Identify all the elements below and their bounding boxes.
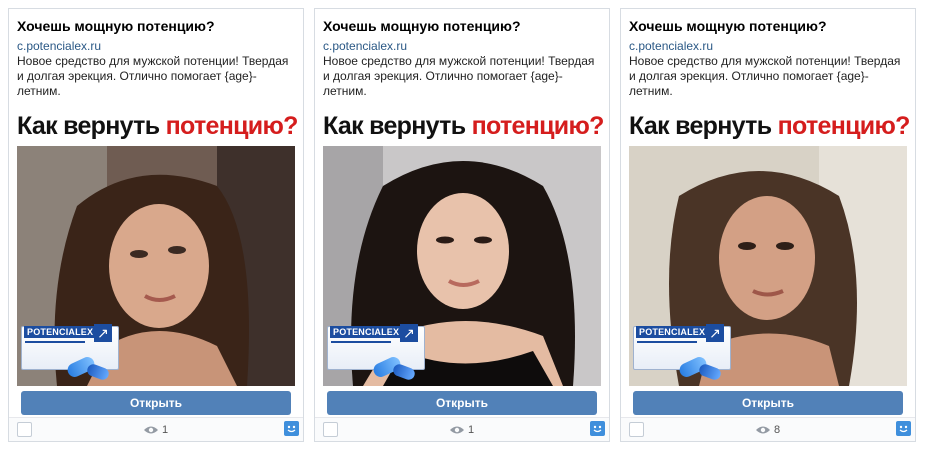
- eye-icon: [756, 426, 770, 434]
- male-symbol-icon: ↗: [94, 324, 112, 342]
- ad-image-headline: Как вернуть потенцию?: [629, 111, 911, 141]
- ad-domain-link[interactable]: c.potencialex.ru: [323, 39, 601, 53]
- smile-icon[interactable]: [284, 421, 299, 436]
- eye-icon: [144, 426, 158, 434]
- ad-title[interactable]: Хочешь мощную потенцию?: [323, 17, 601, 35]
- views-counter: 8: [755, 422, 780, 438]
- male-symbol-icon: ↗: [706, 324, 724, 342]
- product-brand: POTENCIALEX: [330, 326, 403, 338]
- headline-black: Как вернуть: [17, 112, 166, 140]
- headline-red: потенцию?: [165, 112, 299, 140]
- ad-title[interactable]: Хочешь мощную потенцию?: [629, 17, 907, 35]
- ad-footer: 1: [9, 417, 303, 441]
- ad-footer: 1: [315, 417, 609, 441]
- open-button[interactable]: Открыть: [327, 391, 597, 415]
- product-brand: POTENCIALEX: [636, 326, 709, 338]
- views-counter: 1: [143, 422, 168, 438]
- ad-description: Новое средство для мужской потенции! Тве…: [323, 54, 595, 98]
- ad-photo[interactable]: POTENCIALEX ↗: [323, 146, 601, 386]
- headline-black: Как вернуть: [629, 112, 778, 140]
- ad-footer: 8: [621, 417, 915, 441]
- ad-card-3: Хочешь мощную потенцию? c.potencialex.ru…: [620, 8, 916, 442]
- ad-card-1: Хочешь мощную потенцию? c.potencialex.ru…: [8, 8, 304, 442]
- views-count: 1: [162, 424, 169, 436]
- ad-description: Новое средство для мужской потенции! Тве…: [17, 54, 289, 98]
- ad-description: Новое средство для мужской потенции! Тве…: [629, 54, 901, 98]
- select-checkbox[interactable]: [629, 422, 644, 437]
- views-count: 8: [774, 424, 781, 436]
- headline-black: Как вернуть: [323, 112, 472, 140]
- ad-photo[interactable]: POTENCIALEX ↗: [629, 146, 907, 386]
- ad-domain-link[interactable]: c.potencialex.ru: [17, 39, 295, 53]
- smile-icon[interactable]: [590, 421, 605, 436]
- product-brand: POTENCIALEX: [24, 326, 97, 338]
- product-pack: POTENCIALEX ↗: [633, 322, 731, 382]
- product-pack: POTENCIALEX ↗: [327, 322, 425, 382]
- open-button[interactable]: Открыть: [21, 391, 291, 415]
- ad-domain-link[interactable]: c.potencialex.ru: [629, 39, 907, 53]
- open-button[interactable]: Открыть: [633, 391, 903, 415]
- ad-photo[interactable]: POTENCIALEX ↗: [17, 146, 295, 386]
- smile-icon[interactable]: [896, 421, 911, 436]
- eye-icon: [450, 426, 464, 434]
- ad-image-headline: Как вернуть потенцию?: [17, 111, 299, 141]
- views-counter: 1: [449, 422, 474, 438]
- ad-title[interactable]: Хочешь мощную потенцию?: [17, 17, 295, 35]
- select-checkbox[interactable]: [323, 422, 338, 437]
- headline-red: потенцию?: [777, 112, 911, 140]
- select-checkbox[interactable]: [17, 422, 32, 437]
- views-count: 1: [468, 424, 475, 436]
- headline-red: потенцию?: [471, 112, 605, 140]
- male-symbol-icon: ↗: [400, 324, 418, 342]
- ad-image-headline: Как вернуть потенцию?: [323, 111, 605, 141]
- product-pack: POTENCIALEX ↗: [21, 322, 119, 382]
- ad-card-2: Хочешь мощную потенцию? c.potencialex.ru…: [314, 8, 610, 442]
